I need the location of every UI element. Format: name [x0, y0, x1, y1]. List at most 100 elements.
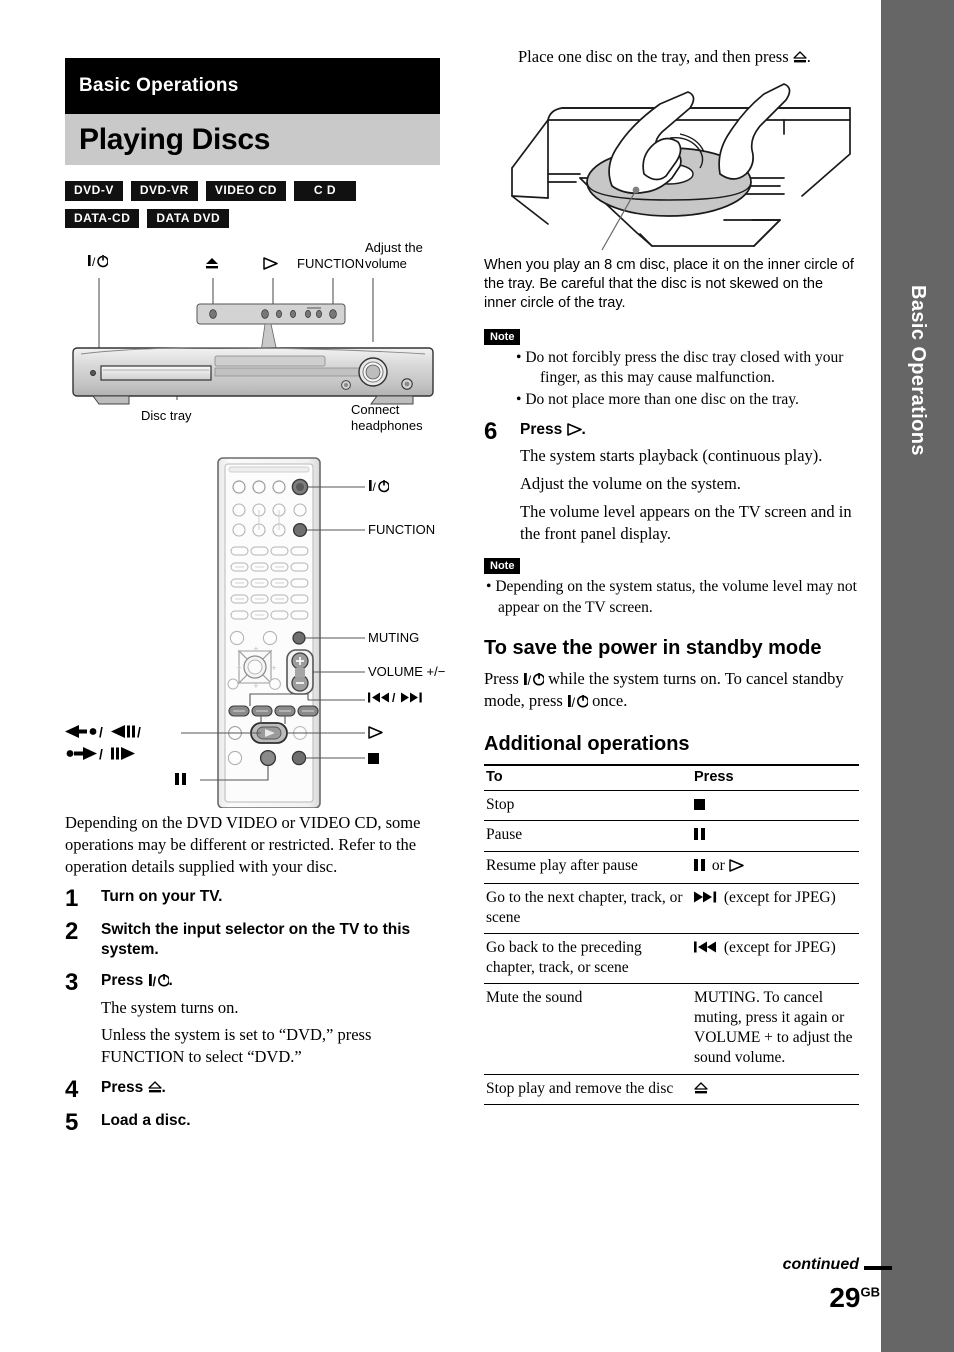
- power-icon: /: [567, 692, 589, 710]
- next-icon: [694, 889, 720, 906]
- callout-connect-headphones-line1: Connect: [351, 402, 400, 418]
- note-item-text: Do not forcibly press the disc tray clos…: [525, 349, 844, 387]
- step-number: 2: [65, 918, 79, 946]
- step-title: Switch the input selector on the TV to t…: [101, 921, 411, 959]
- eject-icon: [694, 1081, 708, 1094]
- badge-dvd-vr: DVD-VR: [130, 181, 198, 201]
- table-cell-press: or: [692, 851, 859, 884]
- pause-icon: [694, 857, 708, 877]
- pause-icon: [694, 826, 708, 846]
- table-cell-to: Resume play after pause: [484, 851, 692, 884]
- step-number: 3: [65, 968, 79, 996]
- table-row: Mute the sound MUTING. To cancel muting,…: [484, 983, 859, 1075]
- chapter-banner: Basic Operations Playing Discs: [65, 58, 453, 165]
- page-number-suffix: GB: [860, 1284, 881, 1300]
- step-title: Press .: [101, 1078, 453, 1098]
- table-cell-to: Go back to the preceding chapter, track,…: [484, 933, 692, 985]
- table-header-to: To: [484, 764, 692, 792]
- additional-operations-heading: Additional operations: [484, 732, 690, 755]
- pause-icon: [175, 773, 189, 788]
- callout-connect-headphones-line2: headphones: [351, 418, 423, 434]
- table-cell-press-mid: or: [708, 857, 729, 875]
- callout-adjust-volume-line1: Adjust the: [365, 240, 423, 256]
- play-icon: [263, 257, 278, 270]
- note-item: • Do not forcibly press the disc tray cl…: [516, 349, 844, 387]
- table-cell-to: Stop play and remove the disc: [484, 1074, 692, 1105]
- step-5: 5 Load a disc.: [65, 1110, 453, 1135]
- table-row: Stop play and remove the disc: [484, 1074, 859, 1105]
- table-cell-to: Mute the sound: [484, 983, 692, 1075]
- continued-label: continued: [782, 1256, 859, 1273]
- step-sub-line: The system turns on.: [101, 997, 239, 1017]
- standby-text-3: once.: [587, 690, 628, 710]
- step-number: 6: [484, 417, 498, 445]
- badge-video-cd: VIDEO CD: [205, 181, 286, 201]
- callout-power-icon: /: [87, 254, 109, 269]
- scan-forward-slow-icon: /: [66, 746, 135, 762]
- remote-callout-skip: /: [368, 691, 430, 707]
- table-cell-press-text: (except for JPEG): [720, 938, 836, 956]
- callout-function-label: FUNCTION: [297, 256, 365, 272]
- step-title-prefix: Press: [101, 971, 148, 989]
- step-title: Load a disc.: [101, 1111, 191, 1129]
- front-panel-figure: / FUNCTION Adjust the volume Disc tray C…: [65, 240, 453, 442]
- svg-text:/: /: [99, 746, 103, 761]
- svg-text:/: /: [571, 695, 575, 708]
- step-4: 4 Press .: [65, 1075, 453, 1103]
- badge-dvd-v: DVD-V: [65, 181, 123, 201]
- page-title: Playing Discs: [79, 122, 271, 156]
- stop-icon: [368, 753, 379, 765]
- note-badge: Note: [484, 558, 521, 575]
- svg-text:/: /: [92, 255, 96, 268]
- table-cell-press: [692, 1074, 859, 1105]
- power-icon: /: [148, 973, 170, 989]
- chapter-title-bar: Playing Discs: [65, 114, 440, 165]
- disc-loading-illustration: [511, 82, 851, 251]
- callout-eject-icon: [205, 256, 219, 271]
- step-sub-line: Unless the system is set to “DVD,” press…: [101, 1025, 372, 1067]
- svg-text:/: /: [99, 724, 103, 739]
- remote-callout-stop: [368, 751, 379, 766]
- additional-operations-table: To Press Stop Pause Resume play after pa…: [484, 764, 859, 1105]
- power-icon: /: [523, 670, 545, 688]
- play-icon: [368, 726, 383, 739]
- stop-icon: [694, 799, 705, 811]
- standby-heading: To save the power in standby mode: [484, 636, 822, 659]
- chapter-eyebrow-bar: Basic Operations: [65, 58, 440, 114]
- step-title-suffix: .: [161, 1078, 166, 1096]
- note-item: • Depending on the system status, the vo…: [486, 578, 857, 616]
- step-sub-line: Adjust the volume on the system.: [520, 474, 741, 494]
- eject-icon: [793, 48, 807, 63]
- svg-text:/: /: [373, 480, 377, 493]
- remote-callout-pause: [175, 772, 189, 788]
- left-column: Basic Operations Playing Discs DVD-V DVD…: [65, 0, 453, 1144]
- svg-text:/: /: [152, 974, 156, 987]
- table-row: Pause: [484, 820, 859, 853]
- badge-data-dvd: DATA DVD: [147, 208, 230, 229]
- note-item: • Do not place more than one disc on the…: [516, 390, 799, 408]
- table-cell-to: Go to the next chapter, track, or scene: [484, 883, 692, 934]
- eject-icon: [147, 1080, 162, 1093]
- table-header-row: To Press: [484, 764, 859, 792]
- table-row: Go back to the preceding chapter, track,…: [484, 933, 859, 985]
- table-row: Go to the next chapter, track, or scene …: [484, 883, 859, 934]
- table-cell-press: (except for JPEG): [692, 933, 859, 985]
- step-sub-line: The system starts playback (continuous p…: [520, 446, 823, 466]
- table-cell-to: Stop: [484, 790, 692, 822]
- intro-paragraph: Depending on the DVD VIDEO or VIDEO CD, …: [65, 813, 421, 876]
- tray-lead-prefix: Place one disc on the tray, and then pre…: [518, 47, 793, 66]
- skip-prev-next-icon: /: [368, 691, 422, 705]
- disc-format-badges: DVD-V DVD-VR VIDEO CD C D DATA-CD DATA D…: [65, 181, 425, 229]
- right-column: Place one disc on the tray, and then pre…: [484, 0, 859, 1105]
- chapter-eyebrow-label: Basic Operations: [79, 75, 239, 96]
- tray-lead-suffix: .: [806, 47, 811, 66]
- step-3: 3 Press /. The system turns on. Unless t…: [65, 968, 453, 1068]
- step-number: 4: [65, 1075, 79, 1103]
- disc-loading-figure: [484, 74, 859, 256]
- svg-text:/: /: [527, 673, 531, 686]
- standby-text-1: Press: [484, 669, 523, 689]
- table-cell-press: MUTING. To cancel muting, press it again…: [692, 983, 859, 1075]
- badge-cd: C D: [293, 181, 357, 201]
- note-item-text: Depending on the system status, the volu…: [495, 578, 857, 616]
- table-header-press: Press: [692, 764, 859, 792]
